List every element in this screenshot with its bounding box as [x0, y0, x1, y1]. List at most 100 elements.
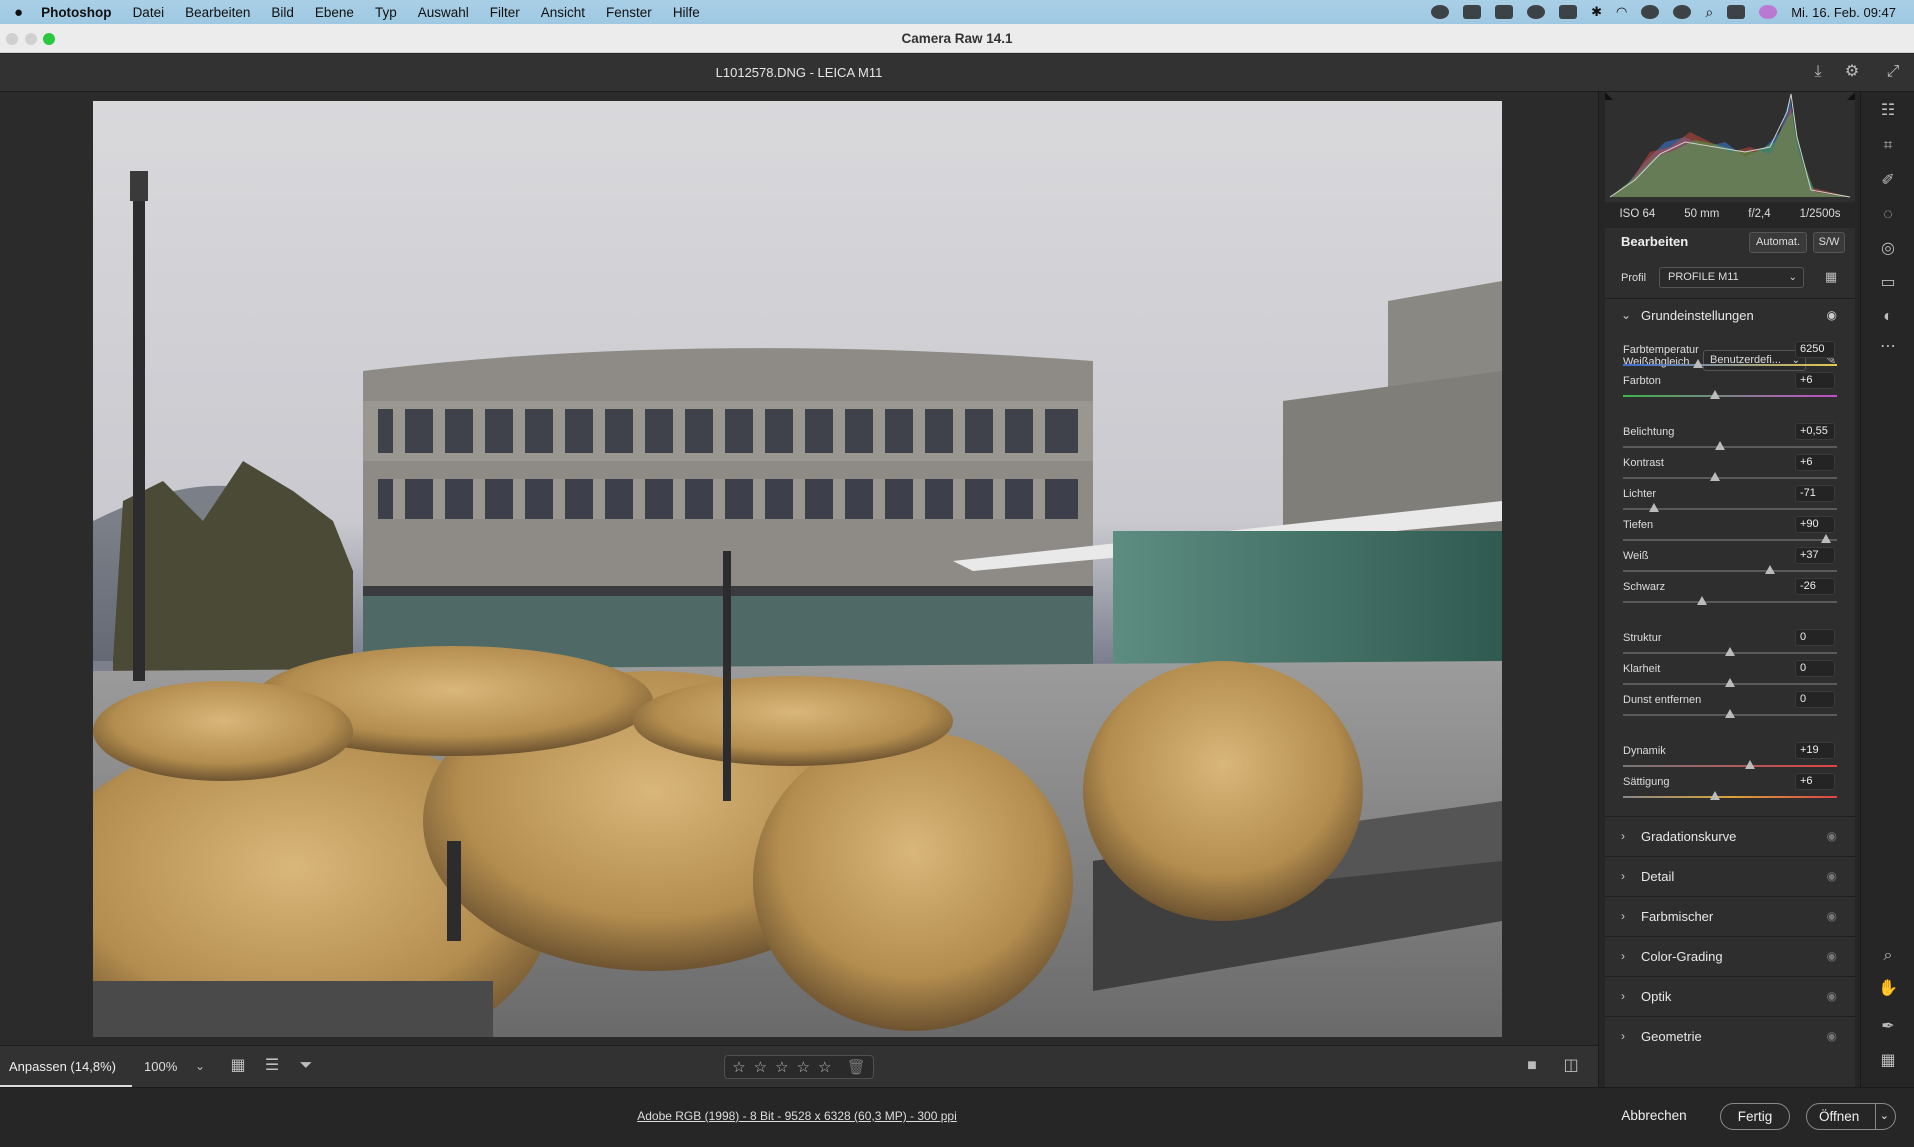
chevron-right-icon[interactable]: ›	[1621, 949, 1625, 963]
gear-icon[interactable]: ⚙	[1842, 63, 1862, 83]
slider-track[interactable]	[1623, 446, 1837, 448]
chevron-right-icon[interactable]: ›	[1621, 869, 1625, 883]
menu-hilfe[interactable]: Hilfe	[673, 5, 700, 20]
slider-value-input[interactable]: 0	[1795, 691, 1835, 708]
chevron-down-icon[interactable]: ⌄	[190, 1057, 210, 1077]
slider-thumb[interactable]	[1649, 503, 1660, 512]
menu-auswahl[interactable]: Auswahl	[418, 5, 469, 20]
bluetooth-icon[interactable]: ✱	[1591, 4, 1602, 20]
eye-icon[interactable]: ◉	[1827, 1029, 1837, 1043]
menu-bearbeiten[interactable]: Bearbeiten	[185, 5, 250, 20]
slider-value-input[interactable]: 0	[1795, 660, 1835, 677]
slider-value-input[interactable]: 6250	[1795, 341, 1835, 358]
menu-filter[interactable]: Filter	[490, 5, 520, 20]
star-rating[interactable]: ☆☆☆☆☆ 🗑	[724, 1055, 874, 1079]
eye-icon[interactable]: ◉	[1827, 909, 1837, 923]
chevron-right-icon[interactable]: ›	[1621, 1029, 1625, 1043]
slider-value-input[interactable]: -71	[1795, 485, 1835, 502]
slider-thumb[interactable]	[1745, 760, 1756, 769]
menu-bild[interactable]: Bild	[271, 5, 294, 20]
image-info-link[interactable]: Adobe RGB (1998) - 8 Bit - 9528 x 6328 (…	[0, 1088, 1594, 1144]
section-color-grading[interactable]: › Color-Grading ◉	[1605, 936, 1855, 976]
chevron-right-icon[interactable]: ›	[1621, 989, 1625, 1003]
time-machine-icon[interactable]	[1673, 5, 1692, 19]
redeye-icon[interactable]: ◎	[1878, 240, 1898, 260]
hand-tool-icon[interactable]: ✋	[1878, 980, 1898, 1000]
single-view-icon[interactable]: ■	[1522, 1057, 1542, 1077]
slider-value-input[interactable]: +90	[1795, 516, 1835, 533]
slider-sättigung[interactable]: Sättigung +6	[1623, 773, 1837, 808]
user-icon[interactable]	[1641, 5, 1660, 19]
slider-thumb[interactable]	[1725, 678, 1735, 687]
zoom-window-button[interactable]	[43, 33, 55, 45]
cloud-icon[interactable]	[1527, 5, 1546, 19]
chevron-right-icon[interactable]: ›	[1621, 829, 1625, 843]
slider-value-input[interactable]: +37	[1795, 547, 1835, 564]
close-window-button[interactable]	[6, 33, 18, 45]
chevron-down-icon[interactable]: ⌄	[1874, 1104, 1889, 1129]
filter-icon[interactable]: ⏷	[296, 1057, 316, 1077]
trash-icon[interactable]: 🗑	[847, 1058, 866, 1076]
menu-typ[interactable]: Typ	[375, 5, 397, 20]
slider-value-input[interactable]: 0	[1795, 629, 1835, 646]
profile-select[interactable]: PROFILE M11 ⌄	[1659, 267, 1804, 288]
photo-preview[interactable]	[93, 101, 1502, 1037]
butterfly-icon[interactable]	[1495, 5, 1514, 19]
histogram[interactable]	[1605, 92, 1855, 202]
section-optik[interactable]: › Optik ◉	[1605, 976, 1855, 1016]
search-icon[interactable]: ⌕	[1705, 4, 1713, 21]
presets-icon[interactable]: ◐	[1878, 308, 1898, 328]
menubar-clock[interactable]: Mi. 16. Feb. 09:47	[1791, 5, 1896, 20]
bw-button[interactable]: S/W	[1813, 232, 1845, 253]
menu-ebene[interactable]: Ebene	[315, 5, 354, 20]
slider-track[interactable]	[1623, 539, 1837, 541]
slider-track[interactable]	[1623, 765, 1837, 767]
slider-thumb[interactable]	[1710, 791, 1721, 800]
chevron-right-icon[interactable]: ›	[1621, 909, 1625, 923]
done-button[interactable]: Fertig	[1720, 1103, 1790, 1130]
slider-track[interactable]	[1623, 570, 1837, 572]
masking-icon[interactable]: ◌	[1878, 206, 1898, 226]
menu-photoshop[interactable]: Photoshop	[41, 5, 112, 20]
slider-track[interactable]	[1623, 601, 1837, 603]
more-icon[interactable]: ⋯	[1878, 338, 1898, 358]
crop-icon[interactable]: ⌗	[1878, 137, 1898, 157]
slider-thumb[interactable]	[1697, 596, 1708, 605]
profile-browser-icon[interactable]: ▦	[1821, 268, 1841, 288]
slider-thumb[interactable]	[1725, 647, 1735, 656]
eye-icon[interactable]: ◉	[1827, 949, 1837, 963]
wifi-icon[interactable]: ◠	[1616, 4, 1627, 20]
slider-thumb[interactable]	[1764, 565, 1775, 574]
zoom-level-select[interactable]: 100%	[144, 1046, 177, 1087]
slider-thumb[interactable]	[1821, 534, 1832, 543]
sort-icon[interactable]: ☰	[262, 1057, 282, 1077]
control-center-icon[interactable]	[1727, 5, 1746, 19]
slider-farbton[interactable]: Farbton +6	[1623, 372, 1837, 407]
fullscreen-icon[interactable]: ⤢	[1883, 63, 1903, 83]
zoom-tool-icon[interactable]: ⌕	[1878, 947, 1898, 967]
slider-thumb[interactable]	[1692, 359, 1703, 368]
slider-value-input[interactable]: +6	[1795, 372, 1835, 389]
section-farbmischer[interactable]: › Farbmischer ◉	[1605, 896, 1855, 936]
slider-dunst-entfernen[interactable]: Dunst entfernen 0	[1623, 691, 1837, 726]
slider-thumb[interactable]	[1710, 472, 1721, 481]
section-grundeinstellungen[interactable]: ⌄ Grundeinstellungen ◉	[1605, 298, 1855, 332]
filmstrip-icon[interactable]: ▦	[228, 1057, 248, 1077]
menu-fenster[interactable]: Fenster	[606, 5, 652, 20]
color-sampler-icon[interactable]: ✒	[1878, 1018, 1898, 1038]
eye-icon[interactable]: ◉	[1827, 869, 1837, 883]
eye-icon[interactable]: ◉	[1827, 989, 1837, 1003]
slider-value-input[interactable]: +6	[1795, 454, 1835, 471]
healing-brush-icon[interactable]: ✐	[1878, 172, 1898, 192]
minimize-window-button[interactable]	[25, 33, 37, 45]
creative-cloud-icon[interactable]	[1431, 5, 1450, 19]
open-button[interactable]: Öffnen ⌄	[1806, 1103, 1896, 1130]
menu-ansicht[interactable]: Ansicht	[541, 5, 585, 20]
wd-drive-icon[interactable]	[1463, 5, 1482, 19]
siri-icon[interactable]	[1759, 5, 1778, 19]
section-detail[interactable]: › Detail ◉	[1605, 856, 1855, 896]
slider-schwarz[interactable]: Schwarz -26	[1623, 578, 1837, 613]
slider-track[interactable]	[1623, 395, 1837, 397]
slider-value-input[interactable]: -26	[1795, 578, 1835, 595]
edit-sliders-icon[interactable]: ☷	[1878, 102, 1898, 122]
